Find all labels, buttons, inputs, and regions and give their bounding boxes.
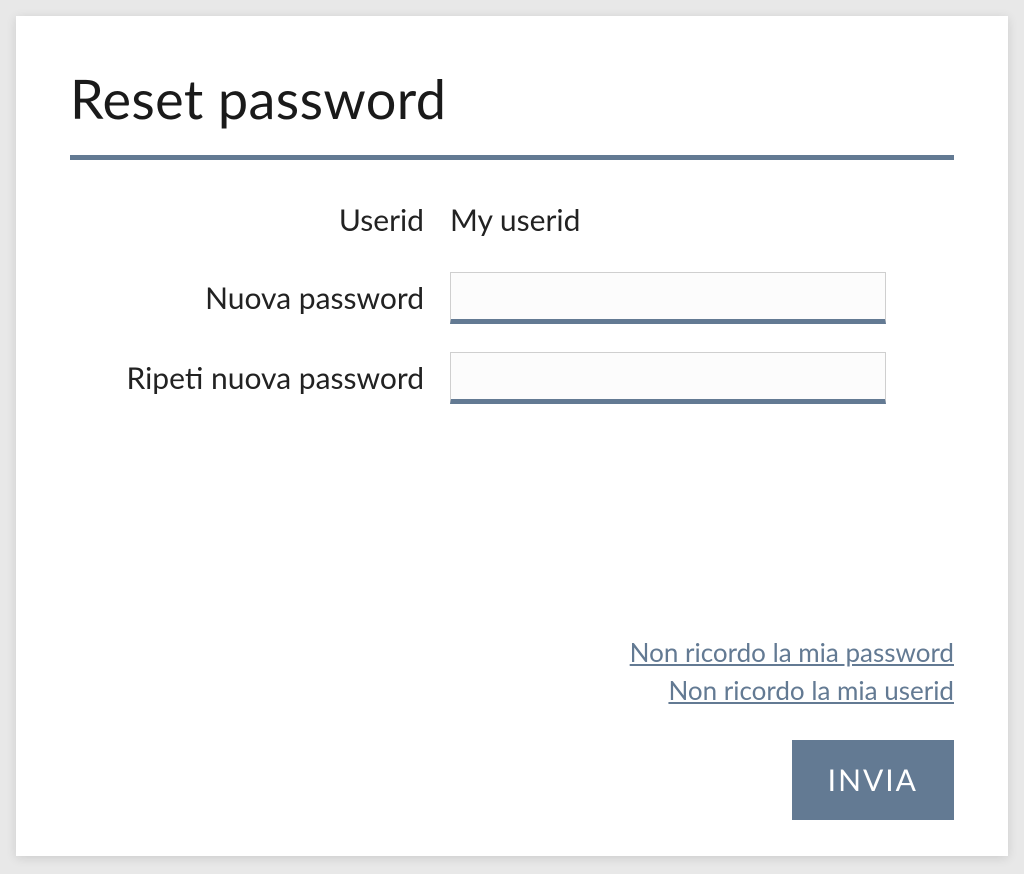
spacer xyxy=(70,404,954,636)
reset-password-card: Reset password Userid My userid Nuova pa… xyxy=(16,16,1008,856)
userid-value: My userid xyxy=(450,196,580,244)
repeat-password-input[interactable] xyxy=(450,352,886,404)
reset-password-form: Userid My userid Nuova password Ripeti n… xyxy=(70,196,954,404)
repeat-password-label: Ripeti nuova password xyxy=(70,360,450,396)
userid-row: Userid My userid xyxy=(70,196,954,244)
userid-label: Userid xyxy=(70,202,450,238)
divider xyxy=(70,155,954,160)
page-title: Reset password xyxy=(70,66,954,131)
new-password-label: Nuova password xyxy=(70,280,450,316)
repeat-password-row: Ripeti nuova password xyxy=(70,352,954,404)
forgot-userid-link[interactable]: Non ricordo la mia userid xyxy=(668,674,954,706)
new-password-input[interactable] xyxy=(450,272,886,324)
forgot-password-link[interactable]: Non ricordo la mia password xyxy=(630,636,954,668)
submit-button[interactable]: INVIA xyxy=(792,740,954,820)
help-links: Non ricordo la mia password Non ricordo … xyxy=(70,636,954,706)
button-row: INVIA xyxy=(70,740,954,820)
new-password-row: Nuova password xyxy=(70,272,954,324)
